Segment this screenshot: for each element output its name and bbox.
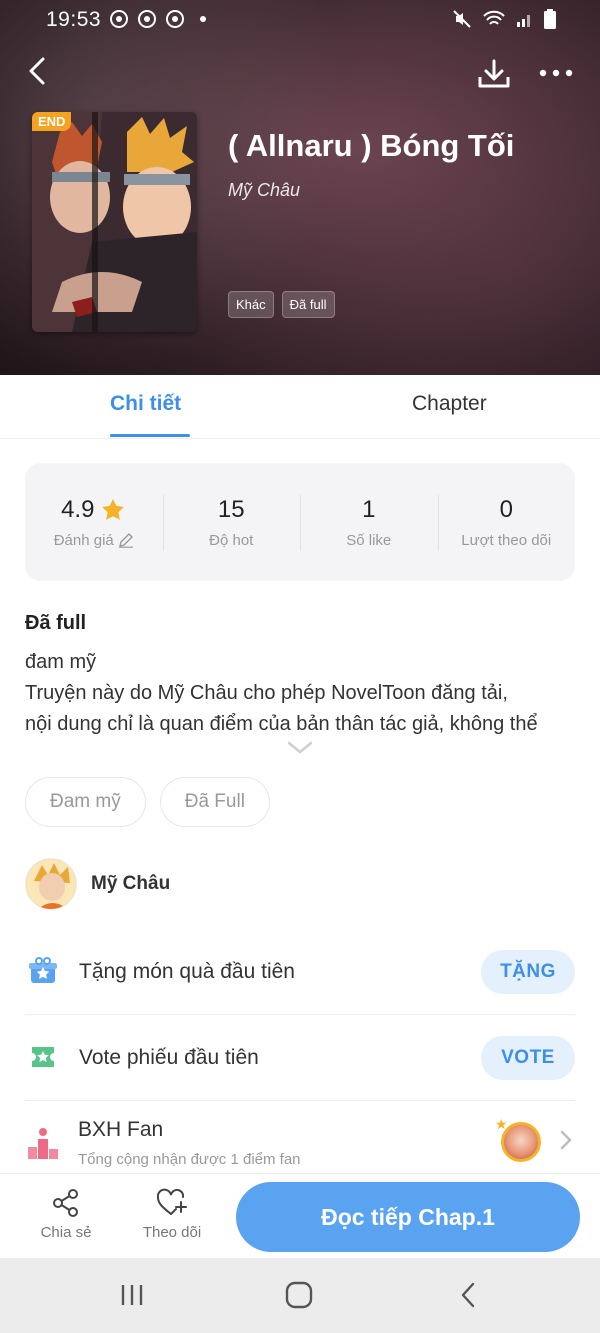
- vote-label: Vote phiếu đầu tiên: [79, 1046, 259, 1069]
- end-badge: END: [32, 112, 72, 131]
- stat-likes: 1 Số like: [300, 463, 438, 581]
- hot-label: Độ hot: [209, 531, 254, 549]
- active-tab-indicator: [110, 434, 190, 437]
- tab-bar: Chi tiết Chapter: [0, 375, 600, 439]
- avatar-illustration: [26, 859, 76, 909]
- genre-tags: Khác Đã full: [228, 291, 335, 318]
- back-button[interactable]: [20, 54, 54, 88]
- home-button[interactable]: [279, 1278, 319, 1312]
- author-avatar: [25, 858, 77, 910]
- stat-hot: 15 Độ hot: [162, 463, 301, 581]
- back-chevron-icon: [461, 1282, 475, 1308]
- heart-plus-icon: [156, 1188, 187, 1215]
- chrome-notification-icon: [138, 10, 156, 28]
- notification-icons: [110, 10, 206, 28]
- stats-panel: 4.9 Đánh giá 15 Độ hot 1 Số like 0 Lượt …: [25, 463, 575, 581]
- wifi-icon: [483, 10, 505, 25]
- battery-icon: [544, 9, 556, 29]
- rating-value-row: 4.9: [61, 496, 126, 524]
- genre-tag[interactable]: Khác: [228, 291, 274, 318]
- likes-value: 1: [362, 495, 376, 523]
- system-navigation-bar: [0, 1258, 600, 1333]
- status-tag[interactable]: Đã full: [281, 291, 335, 318]
- follow-button[interactable]: Theo dõi: [132, 1188, 212, 1241]
- home-icon: [285, 1281, 313, 1309]
- fan-ranking-title: BXH Fan: [78, 1118, 164, 1141]
- keyword-chips: Đam mỹ Đã Full: [25, 777, 270, 827]
- fan-points-text: Tổng cộng nhận được 1 điểm fan: [78, 1151, 301, 1168]
- gift-icon: [29, 957, 57, 983]
- share-icon: [53, 1189, 78, 1217]
- book-title: ( Allnaru ) Bóng Tối: [228, 128, 515, 163]
- vote-ticket-icon: [32, 1047, 54, 1067]
- recent-apps-button[interactable]: [112, 1278, 152, 1312]
- author-name: Mỹ Châu: [91, 873, 171, 894]
- recent-apps-icon: [121, 1285, 143, 1305]
- book-cover: END: [32, 112, 197, 332]
- rating-label-row: Đánh giá: [54, 532, 134, 549]
- follows-value: 0: [499, 495, 513, 523]
- tab-chapter[interactable]: Chapter: [412, 392, 487, 416]
- back-arrow-icon: [29, 57, 45, 85]
- star-icon: [102, 498, 125, 520]
- chrome-notification-icon: [110, 10, 128, 28]
- share-label: Chia sẻ: [40, 1224, 92, 1241]
- more-options-button[interactable]: [536, 58, 576, 88]
- more-notifications-icon: [200, 16, 206, 22]
- book-author[interactable]: Mỹ Châu: [228, 180, 300, 201]
- chevron-right-icon: [560, 1130, 572, 1150]
- podium-icon: [28, 1128, 58, 1159]
- rating-label: Đánh giá: [53, 531, 114, 549]
- continue-reading-button[interactable]: Đọc tiếp Chap.1: [236, 1182, 580, 1252]
- vote-row: Vote phiếu đầu tiên VOTE: [25, 1015, 575, 1101]
- mute-icon: [453, 10, 471, 28]
- stat-rating[interactable]: 4.9 Đánh giá: [25, 463, 163, 581]
- more-dots-icon: [539, 69, 573, 77]
- vote-button[interactable]: VOTE: [481, 1036, 575, 1080]
- top-fan-avatar: [501, 1122, 541, 1162]
- hot-value: 15: [217, 495, 245, 523]
- status-bar: 19:53: [0, 0, 600, 38]
- download-button[interactable]: [474, 54, 514, 94]
- keyword-chip[interactable]: Đam mỹ: [25, 777, 146, 827]
- expand-description-chevron-icon[interactable]: [287, 741, 313, 755]
- description-line: Truyện này do Mỹ Châu cho phép NovelToon…: [25, 682, 508, 704]
- gift-label: Tặng món quà đầu tiên: [79, 960, 295, 983]
- follows-label: Lượt theo dõi: [461, 531, 552, 549]
- author-row[interactable]: Mỹ Châu: [25, 857, 170, 911]
- fan-ranking-row[interactable]: BXH Fan Tổng cộng nhận được 1 điểm fan ★: [25, 1101, 575, 1173]
- description-line: đam mỹ: [25, 651, 97, 673]
- description-line: nội dung chỉ là quan điểm của bản thân t…: [25, 713, 538, 735]
- gift-button[interactable]: TẶNG: [481, 950, 575, 994]
- share-button[interactable]: Chia sẻ: [26, 1188, 106, 1241]
- likes-label: Số like: [346, 531, 392, 549]
- gift-row: Tặng món quà đầu tiên TẶNG: [25, 929, 575, 1015]
- completion-status: Đã full: [25, 612, 87, 634]
- status-time: 19:53: [46, 8, 102, 31]
- download-icon: [478, 59, 510, 88]
- edit-pencil-icon: [118, 533, 133, 548]
- signal-icon: [517, 15, 530, 27]
- follow-label: Theo dõi: [142, 1224, 202, 1241]
- stat-follows: 0 Lượt theo dõi: [437, 463, 576, 581]
- book-description: đam mỹ Truyện này do Mỹ Châu cho phép No…: [25, 647, 577, 740]
- cover-artwork: [32, 112, 197, 332]
- bottom-action-bar: Chia sẻ Theo dõi Đọc tiếp Chap.1: [0, 1173, 600, 1258]
- system-back-button[interactable]: [448, 1278, 488, 1312]
- keyword-chip[interactable]: Đã Full: [159, 777, 270, 827]
- book-header: 19:53 END (Allnaru) Bóng Tối Mỹ Châu K…: [0, 0, 600, 375]
- rating-value: 4.9: [61, 495, 95, 523]
- system-icons: [452, 9, 556, 29]
- chrome-notification-icon: [166, 10, 184, 28]
- tab-details[interactable]: Chi tiết: [110, 392, 181, 416]
- top-bar: [0, 48, 600, 96]
